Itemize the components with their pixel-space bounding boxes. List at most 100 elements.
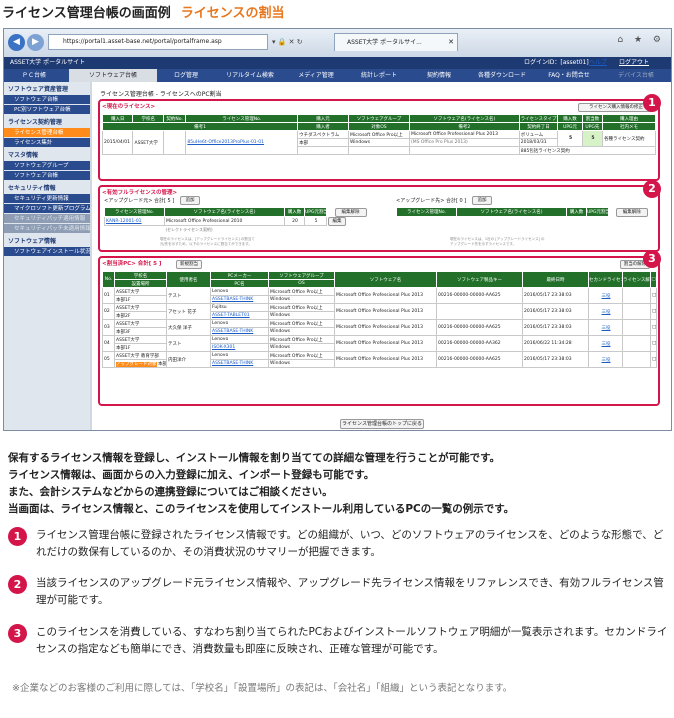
add-upgrade-to-button[interactable]: 追加	[472, 196, 492, 205]
add-upgrade-from-button[interactable]: 追加	[180, 196, 200, 205]
browser-controls[interactable]: ⌂ ★ ⚙	[617, 35, 665, 45]
cell-maker: Lenovo	[210, 287, 269, 296]
nav-log[interactable]: ログ管理	[157, 69, 215, 82]
nav-device-ledger[interactable]: デバイス台帳	[601, 69, 671, 82]
upgrade-license-link[interactable]: KANR-12001-01	[104, 216, 165, 226]
sidebar-item[interactable]: PC別ソフトウェア台帳	[4, 105, 90, 115]
nav-pc-ledger[interactable]: ＰＣ台帳	[4, 69, 64, 82]
sidebar-item[interactable]: ソフトウェア台帳	[4, 95, 90, 105]
nav-contracts[interactable]: 契約情報	[411, 69, 467, 82]
select-all-checkbox[interactable]: □	[650, 271, 657, 288]
license-no-link[interactable]: 85uHe6t-Office2013ProPlus-01-01	[185, 130, 299, 155]
row-checkbox[interactable]: □	[650, 287, 657, 304]
col-header: ソフトウェア名(ライセンス名)	[456, 207, 567, 217]
cell-no: 05	[102, 351, 115, 368]
nav-realtime-search[interactable]: リアルタイム検索	[215, 69, 285, 82]
table-row: 01 ASSET大学 テスト Lenovo Microsoft Office Pro以上…	[102, 287, 657, 304]
cell-assigned: 5	[581, 130, 604, 147]
cell-user: 内田洋介	[166, 351, 211, 368]
cell-key: 00216-00000-00000-AA625	[436, 287, 523, 304]
sidebar-section-title: ライセンス契約管理	[8, 119, 62, 126]
cell-license-contract: 885包括ライセンス契約	[518, 146, 657, 155]
address-bar[interactable]: https://portal1.asset-base.net/portal/po…	[48, 34, 268, 50]
row-checkbox[interactable]: □	[650, 351, 657, 368]
browser-tab[interactable]: ASSET大学 ポータルサイ... ✕	[334, 33, 458, 51]
marker-2: 2	[643, 180, 661, 198]
col-header: ソフトウェアグループ	[347, 114, 410, 123]
cell-reason: 各種ライセンス契約	[602, 130, 656, 147]
cell-assigned: 5	[304, 216, 327, 226]
cell-maker: Fujitsu	[210, 303, 269, 312]
nav-faq[interactable]: FAQ・お問合せ	[537, 69, 601, 82]
sidebar-item[interactable]: ソフトウェア台帳	[4, 171, 90, 181]
sidebar-item[interactable]: セキュリティ更新情報	[4, 194, 90, 204]
edit-button[interactable]: 編集	[328, 216, 346, 226]
col-header: ソフトウェアグループ	[268, 271, 335, 280]
col-header: ライセンス管理No.	[185, 114, 299, 123]
second-license-link[interactable]: 三役	[588, 303, 623, 320]
page-heading: ライセンス管理台帳の画面例 ライセンスの割当	[2, 2, 285, 22]
cell-user: テスト	[166, 287, 211, 304]
sidebar-item[interactable]: セキュリティパッチ適用情報	[4, 214, 90, 224]
cell-user: テスト	[166, 335, 211, 352]
footnote: ※企業などのお客様のご利用に際しては、「学校名」「設置場所」の表記は、「会社名」…	[12, 683, 513, 694]
nav-media[interactable]: メディア管理	[285, 69, 347, 82]
sidebar-item[interactable]: ライセンス管理台帳	[4, 128, 90, 138]
second-license-link[interactable]: 三役	[588, 287, 623, 304]
pc-name-link[interactable]: ASSETBASE-THINK	[210, 295, 269, 304]
second-license-link[interactable]: 三役	[588, 335, 623, 352]
logout-link[interactable]: ログアウト	[619, 57, 649, 69]
nav-reports[interactable]: 統計レポート	[347, 69, 411, 82]
sidebar-section-title: マスタ情報	[8, 152, 39, 159]
row-checkbox[interactable]: □	[650, 319, 657, 336]
assigned-pc-panel: <割当済PC> 合計[ 5 ] 新規割当 割当の解除 No. 学校名 使用者名 …	[98, 256, 660, 406]
col-header: ソフトウェア名(ライセンス名)	[164, 207, 285, 217]
sidebar-item[interactable]: ソフトウェアグループ	[4, 161, 90, 171]
nav-downloads[interactable]: 各種ダウンロード	[467, 69, 537, 82]
cell-group: Microsoft Office Pro以上	[268, 335, 335, 344]
sidebar-item[interactable]: マイクロソフト更新プログラム情報	[4, 204, 90, 214]
nav-software-ledger[interactable]: ソフトウェア台帳	[69, 69, 157, 82]
upgrade-license-panel: <有効フルライセンスの管理> <アップグレード元> 合計[ 5 ] 追加 <アッ…	[98, 185, 660, 252]
assigned-pc-title: <割当済PC> 合計[ 5 ]	[102, 261, 162, 267]
cell-empty	[297, 146, 349, 155]
address-bar-icons[interactable]: ▾ 🔒 ✕ ↻	[272, 34, 330, 50]
cell-software-sub: (セレクトライセンス契約)	[165, 226, 213, 232]
pc-name-link[interactable]: ASSET-TABLET01	[210, 311, 269, 320]
cell-group: Microsoft Office Pro以上	[268, 287, 335, 296]
cell-date: 2015/04/01	[101, 130, 134, 155]
cell-school: ASSET大学	[114, 303, 167, 312]
pc-name-link[interactable]: ASSETBASE-THINK	[210, 327, 269, 336]
marker-1: 1	[643, 94, 661, 112]
sidebar-section-title: ソフトウェア資産管理	[8, 86, 69, 93]
sidebar-item[interactable]: セキュリティパッチ未適用情報	[4, 224, 90, 234]
pc-name-link[interactable]: ISOK-X301	[210, 343, 269, 352]
close-tab-icon[interactable]: ✕	[448, 34, 454, 51]
edit-release-button[interactable]: 編集解除	[334, 207, 367, 217]
edit-release-button-2[interactable]: 編集解除	[615, 207, 648, 217]
row-checkbox[interactable]: □	[650, 335, 657, 352]
row-checkbox[interactable]: □	[650, 303, 657, 320]
help-link[interactable]: ヘルプ	[589, 57, 607, 69]
item-number: 1	[8, 527, 27, 546]
cell-vendor: ウチダスペクトラム	[297, 130, 349, 139]
cell-software-sub: (MS Office Pro Plus 2013)	[408, 138, 520, 147]
cell-contract	[162, 130, 187, 155]
col-header: PCメーカー	[210, 271, 269, 280]
back-to-top-button[interactable]: ライセンス管理台帳のトップに戻る	[340, 419, 424, 429]
upgrade-from-note: 現在のライセンスは、[アップグレードライセンス] の割当て 元/先を示すため、以…	[160, 237, 255, 246]
pc-name-link[interactable]: ASSETBASE-THINK	[210, 359, 269, 368]
second-license-link[interactable]: 三役	[588, 319, 623, 336]
new-assign-button[interactable]: 新規割当	[176, 260, 202, 269]
col-header: 備考2	[408, 122, 520, 131]
cell-school: ASSET大学	[114, 319, 167, 328]
back-icon[interactable]: ◀	[8, 34, 25, 51]
cell-software: Microsoft Office Professional Plus 2013	[408, 130, 520, 139]
cell-release	[622, 319, 651, 336]
cell-key	[436, 303, 523, 320]
cell-group: Microsoft Office Pro以上	[347, 130, 410, 139]
forward-icon[interactable]: ▶	[27, 34, 44, 51]
sidebar-item[interactable]: ライセンス集計	[4, 138, 90, 148]
sidebar-item[interactable]: ソフトウェアインストール状況	[4, 247, 90, 257]
second-license-link[interactable]: 三役	[588, 351, 623, 368]
